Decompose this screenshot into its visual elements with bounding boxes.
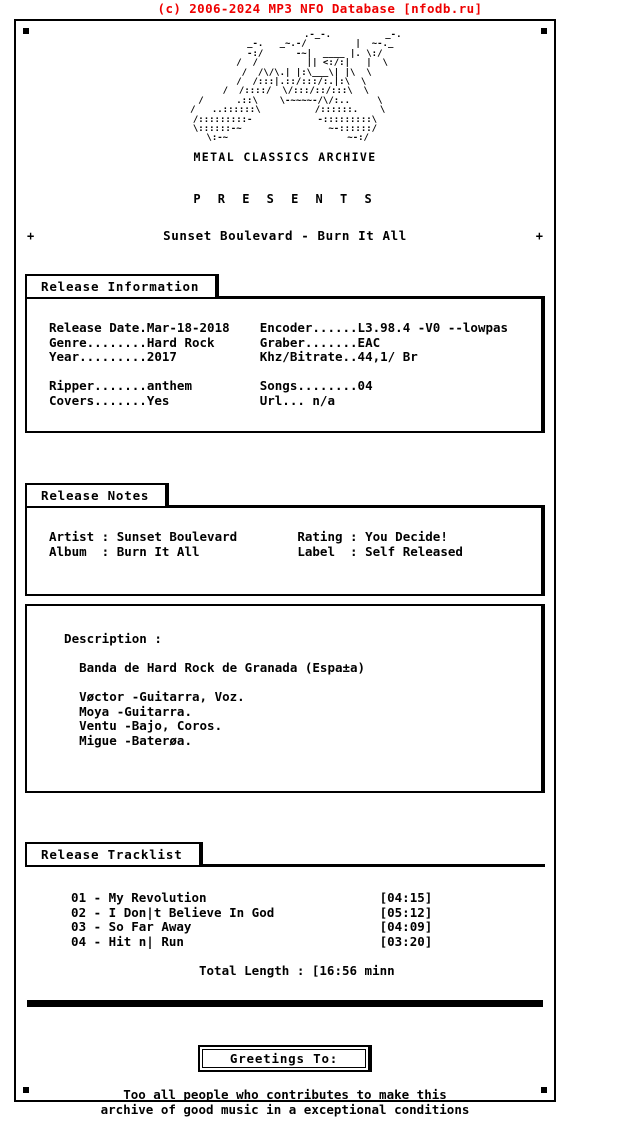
release-notes-text: Artist : Sunset Boulevard Rating : You D… [49, 529, 463, 559]
release-information-text: Release Date.Mar-18-2018 Encoder......L3… [49, 320, 509, 408]
greetings-text: Too all people who contributes to make t… [100, 1087, 470, 1117]
release-title-row: + Sunset Boulevard - Burn It All + [16, 228, 554, 246]
divider-bar [27, 1000, 543, 1008]
ascii-art-logo: .-_-. _-. _-. _~.-/ | ~-._ -:/ -~| ____ … [190, 30, 402, 144]
description-text: Description : Banda de Hard Rock de Gran… [64, 631, 366, 748]
section-release-tracklist: Release Tracklist 01 - My Revolution [04… [16, 841, 554, 979]
site-header-banner: (c) 2006-2024 MP3 NFO Database [nfodb.ru… [157, 1, 483, 16]
greetings-box-label: Greetings To: [197, 1045, 373, 1073]
nfo-content: .-_-. _-. _-. _~.-/ | ~-._ -:/ -~| ____ … [16, 21, 554, 1117]
section-body-release-information: Release Date.Mar-18-2018 Encoder......L3… [25, 296, 545, 433]
section-release-information: Release Information Release Date.Mar-18-… [16, 273, 554, 433]
plus-marker-right: + [535, 228, 543, 243]
section-tab-release-notes: Release Notes [25, 482, 170, 508]
section-description: Description : Banda de Hard Rock de Gran… [16, 603, 554, 793]
plus-marker-left: + [27, 228, 35, 243]
section-body-description: Description : Banda de Hard Rock de Gran… [25, 603, 545, 793]
nfo-outer-frame: .-_-. _-. _-. _~.-/ | ~-._ -:/ -~| ____ … [14, 19, 556, 1117]
logo-caption: METAL CLASSICS ARCHIVE [193, 149, 377, 164]
section-tab-release-tracklist: Release Tracklist [25, 841, 203, 867]
presents-heading: P R E S E N T S [193, 191, 377, 206]
section-release-notes: Release Notes Artist : Sunset Boulevard … [16, 482, 554, 596]
section-body-release-notes: Artist : Sunset Boulevard Rating : You D… [25, 505, 545, 596]
section-tab-release-information: Release Information [25, 273, 220, 299]
release-tracklist-text: 01 - My Revolution [04:15] 02 - I Don|t … [71, 890, 433, 978]
section-greetings: Greetings To: Too all people who contrib… [16, 1045, 554, 1117]
release-title: Sunset Boulevard - Burn It All [163, 227, 407, 243]
